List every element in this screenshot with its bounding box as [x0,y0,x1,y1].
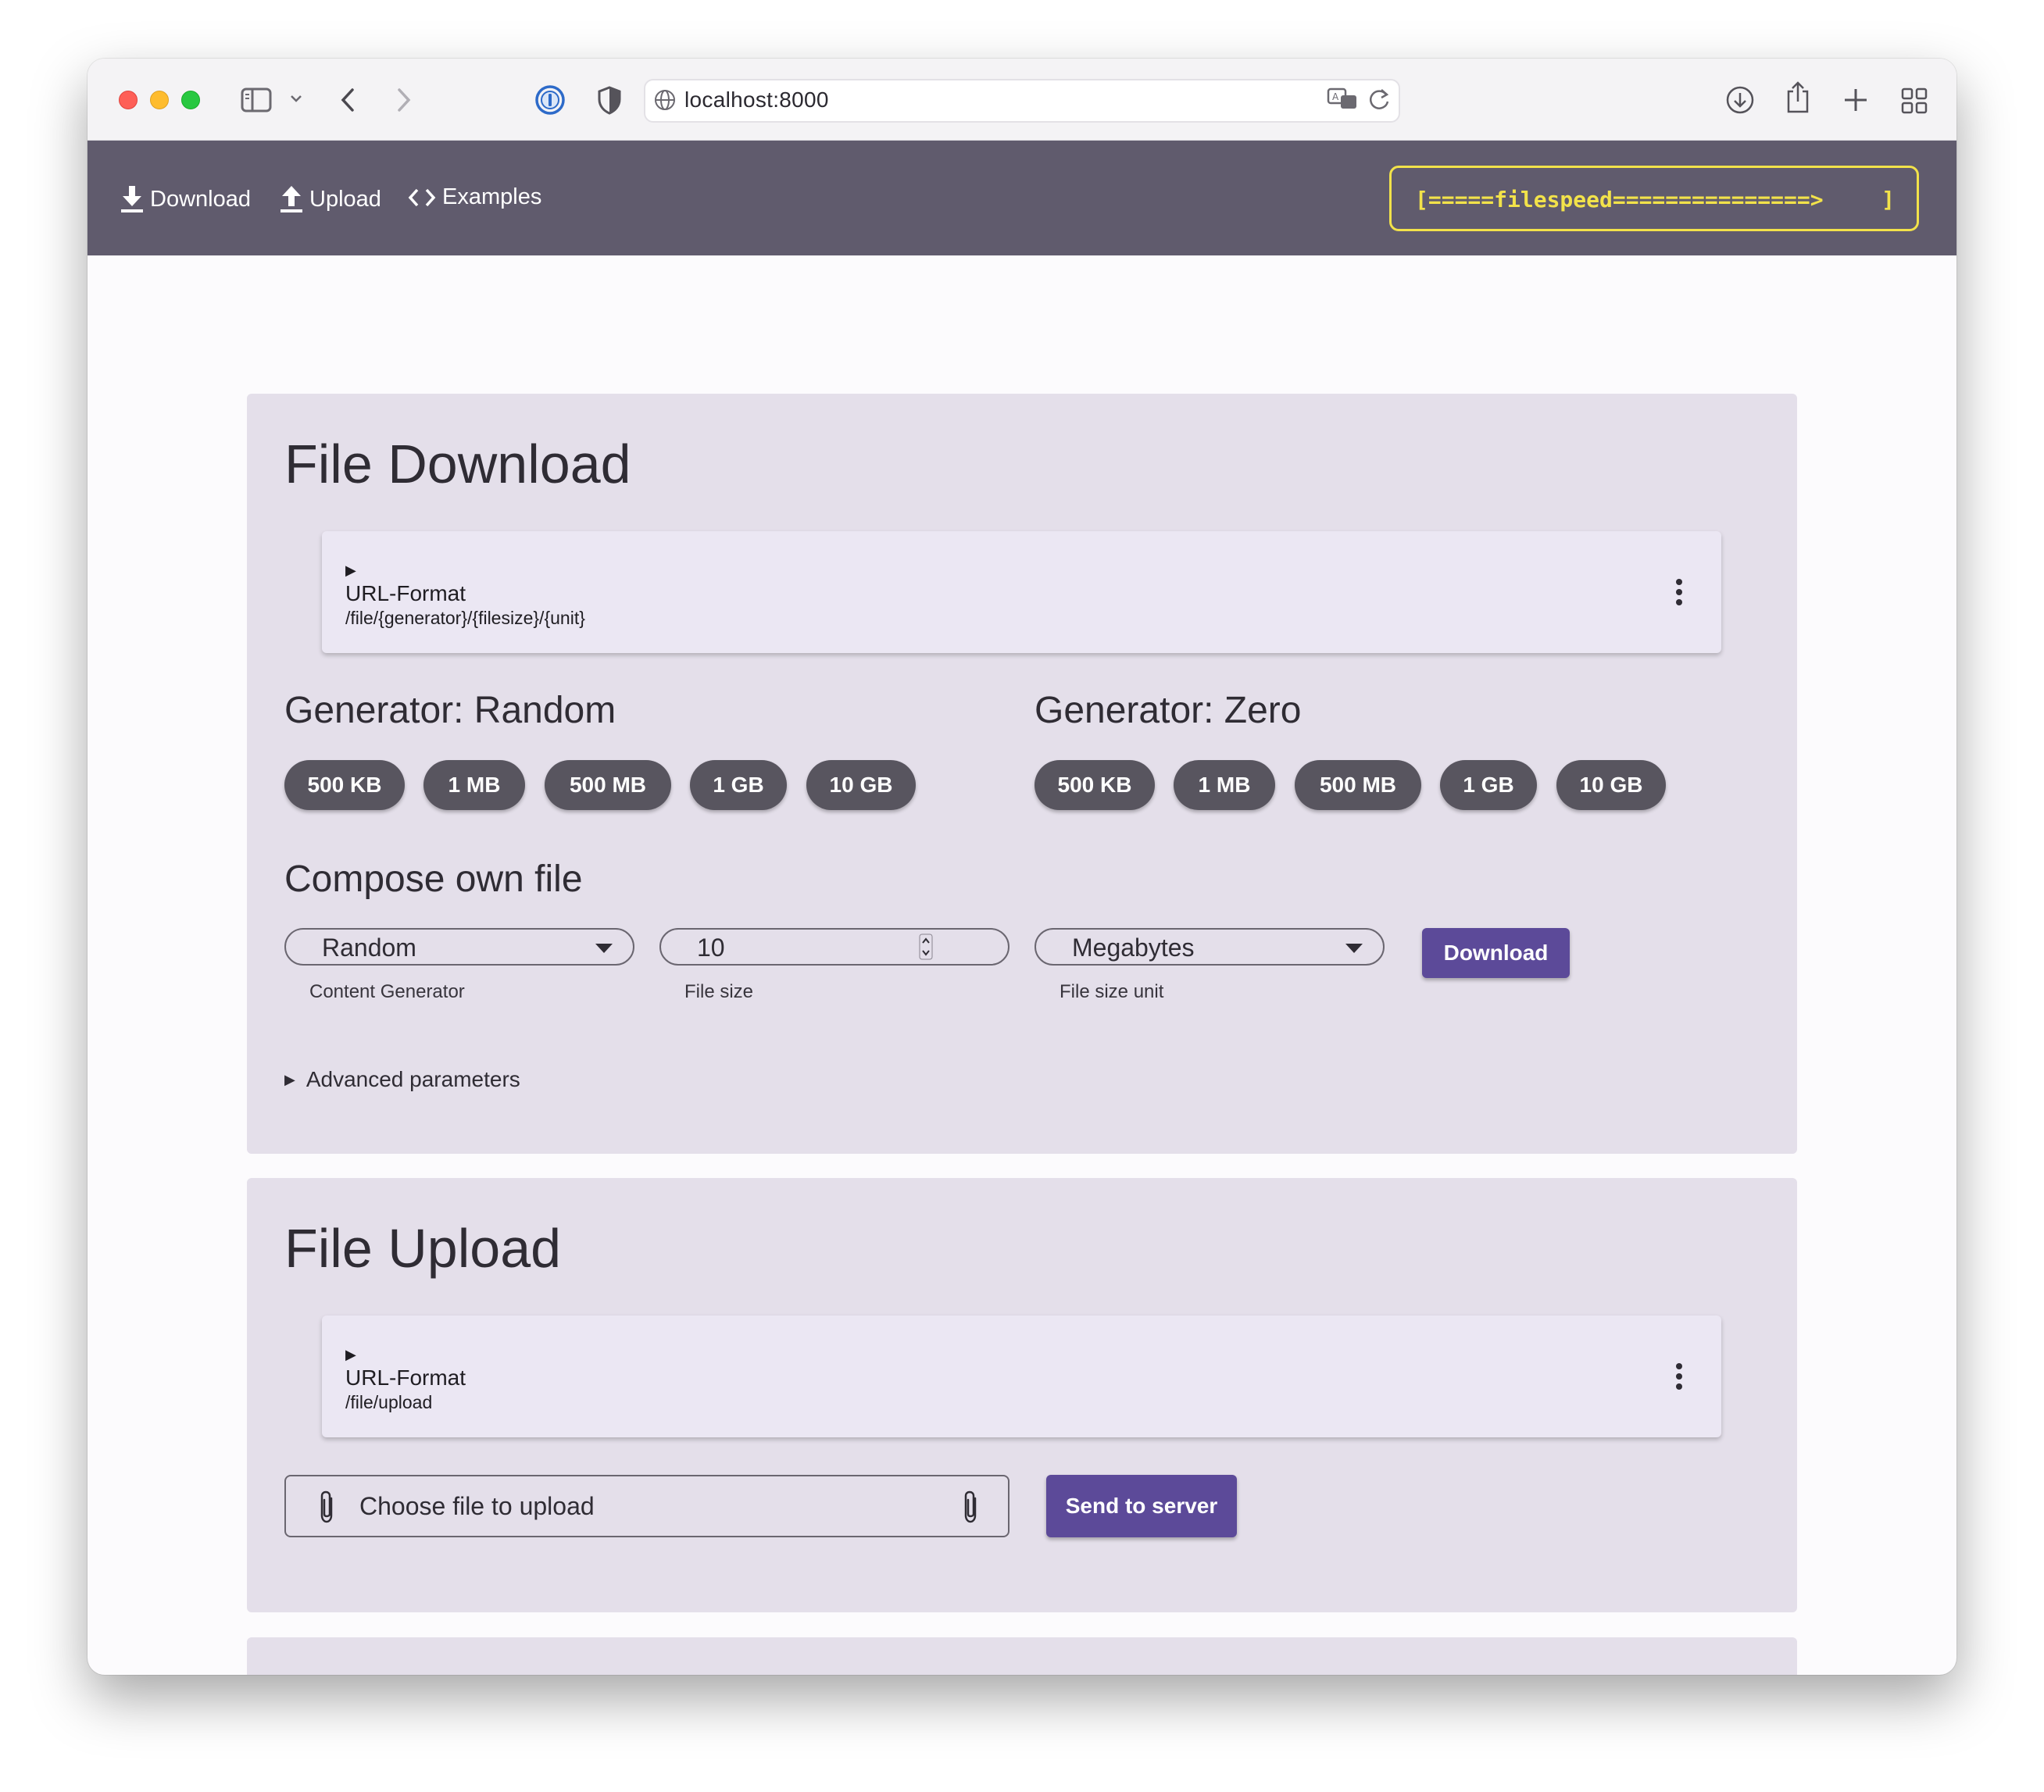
file-size-unit-select[interactable]: Megabytes [1035,928,1385,966]
upload-icon [278,184,309,214]
new-tab-icon[interactable] [1842,87,1869,113]
file-size-value: 10 [697,933,725,962]
dropdown-caret-icon [595,944,613,953]
expand-triangle-icon[interactable]: ▶ [345,562,356,579]
expand-triangle-icon: ▶ [284,1071,295,1087]
file-size-unit-value: Megabytes [1072,933,1195,962]
zero-chip-500mb[interactable]: 500 MB [1295,760,1421,810]
advanced-parameters-toggle[interactable]: ▶ Advanced parameters [284,1067,520,1092]
downloads-icon[interactable] [1725,85,1755,115]
file-upload-placeholder: Choose file to upload [359,1492,595,1520]
file-size-helper: File size [684,981,754,1002]
zero-chip-1gb[interactable]: 1 GB [1440,760,1537,810]
dropdown-caret-icon [1345,944,1363,953]
filespeed-bar-text: [=====filespeed===============> [1415,187,1824,212]
url-format-title: URL-Format [345,1365,466,1390]
content-generator-select[interactable]: Random [284,928,634,966]
zero-chip-500kb[interactable]: 500 KB [1035,760,1155,810]
sidebar-icon[interactable] [241,87,272,112]
back-icon[interactable] [339,87,356,113]
nav-download-link[interactable]: Download [119,184,251,214]
random-chip-1mb[interactable]: 1 MB [423,760,525,810]
file-upload-title: File Upload [284,1218,562,1279]
more-vert-icon[interactable] [1674,1362,1684,1390]
more-vert-icon[interactable] [1674,578,1684,606]
share-icon[interactable] [1785,80,1811,115]
globe-icon [653,88,677,112]
url-format-title: URL-Format [345,581,466,605]
password-manager-icon[interactable] [534,84,566,116]
file-size-input[interactable]: 10 [659,928,1009,966]
address-text[interactable]: localhost:8000 [684,87,829,112]
minimize-window-button[interactable] [150,91,169,109]
next-card [247,1637,1797,1675]
nav-download-label: Download [150,186,251,212]
paperclip-icon [316,1489,338,1525]
url-format-path: /file/{generator}/{filesize}/{unit} [345,608,585,628]
expand-triangle-icon[interactable]: ▶ [345,1347,356,1363]
file-upload-input[interactable]: Choose file to upload [284,1475,1009,1537]
nav-examples-label: Examples [442,184,542,209]
file-upload-card: File Upload ▶ URL-Format /file/upload Ch… [247,1178,1797,1612]
compose-download-button[interactable]: Download [1422,928,1570,978]
nav-upload-link[interactable]: Upload [278,184,381,214]
file-size-unit-helper: File size unit [1060,981,1164,1002]
generator-zero-heading: Generator: Zero [1035,690,1302,731]
chevron-down-icon[interactable] [289,93,303,104]
file-download-title: File Download [284,434,631,494]
random-chip-10gb[interactable]: 10 GB [806,760,916,810]
compose-heading: Compose own file [284,859,583,900]
close-window-button[interactable] [119,91,138,109]
generator-random-heading: Generator: Random [284,690,616,731]
content-generator-helper: Content Generator [309,981,465,1002]
reload-icon[interactable] [1367,87,1391,112]
nav-upload-label: Upload [309,186,381,212]
filespeed-logo: [=====filespeed===============> ] [1389,166,1919,231]
random-chip-500kb[interactable]: 500 KB [284,760,405,810]
nav-examples-link[interactable]: Examples [406,184,541,210]
translate-icon[interactable]: A [1327,87,1360,112]
tab-overview-icon[interactable] [1900,87,1928,115]
filespeed-bar-end: ] [1881,187,1895,212]
download-icon [119,184,150,214]
download-url-format-panel[interactable]: ▶ URL-Format /file/{generator}/{filesize… [322,531,1721,653]
svg-text:A: A [1332,91,1339,102]
zero-chip-10gb[interactable]: 10 GB [1556,760,1666,810]
url-format-path: /file/upload [345,1392,433,1412]
number-stepper-icon[interactable] [919,933,933,960]
forward-icon[interactable] [395,87,413,113]
random-chip-500mb[interactable]: 500 MB [545,760,671,810]
zero-chip-1mb[interactable]: 1 MB [1174,760,1275,810]
advanced-parameters-label: Advanced parameters [306,1067,520,1091]
browser-toolbar: localhost:8000 A [88,59,1956,141]
code-icon [406,185,442,210]
maximize-window-button[interactable] [181,91,200,109]
browser-window: localhost:8000 A Download Upload Example… [88,59,1956,1675]
paperclip-icon[interactable] [959,1489,981,1525]
content-generator-value: Random [322,933,416,962]
app-header: Download Upload Examples [=====filespeed… [88,141,1956,255]
random-chip-1gb[interactable]: 1 GB [690,760,787,810]
file-download-card: File Download ▶ URL-Format /file/{genera… [247,394,1797,1154]
upload-url-format-panel[interactable]: ▶ URL-Format /file/upload [322,1315,1721,1437]
send-to-server-button[interactable]: Send to server [1046,1475,1237,1537]
shield-icon[interactable] [597,85,622,115]
